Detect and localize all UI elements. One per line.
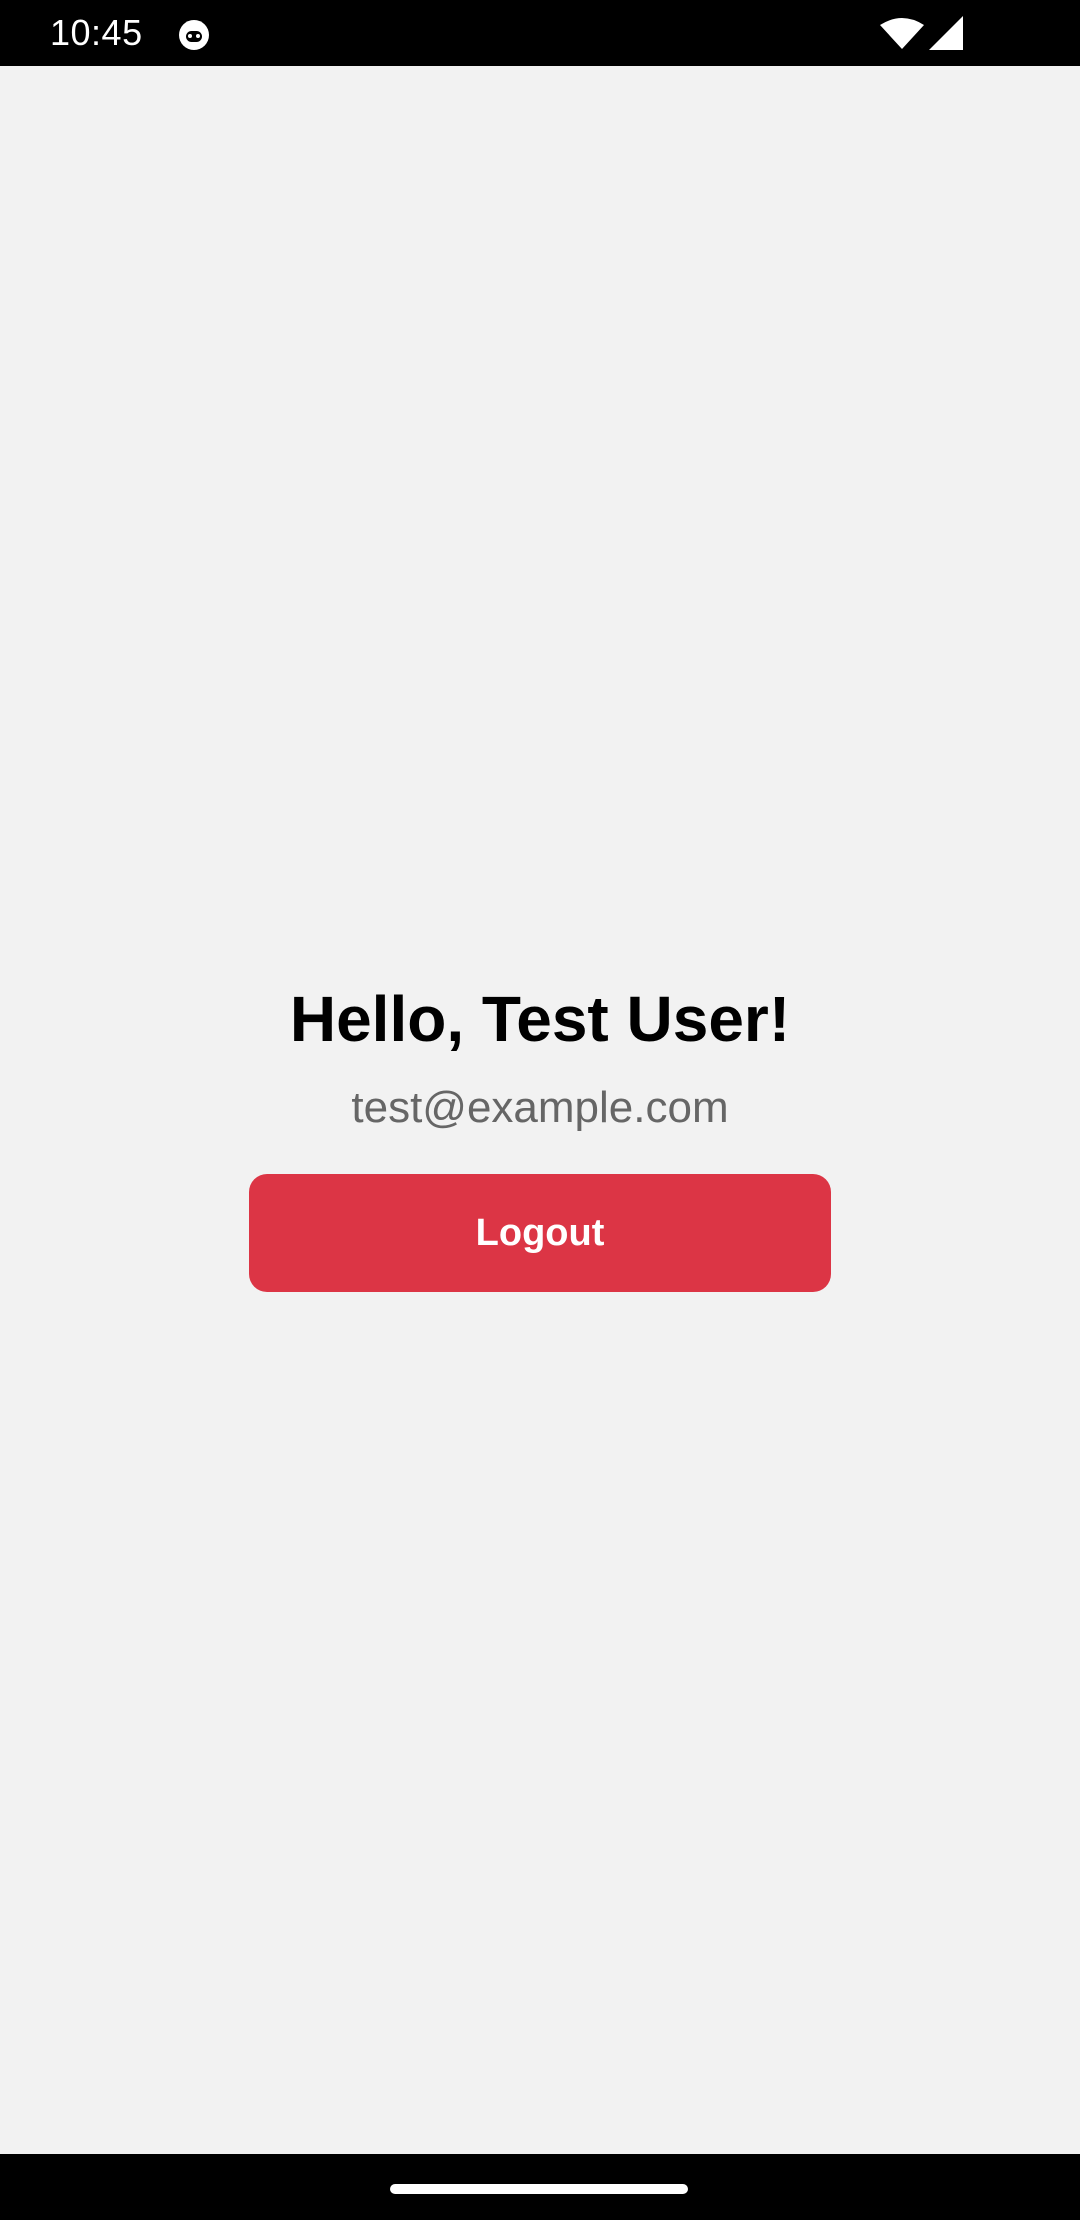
logout-button[interactable]: Logout (249, 1174, 831, 1292)
profile-screen: Hello, Test User! test@example.com Logou… (0, 66, 1080, 2154)
user-email: test@example.com (351, 1083, 729, 1132)
cat-face-icon (179, 20, 209, 50)
home-gesture-handle[interactable] (390, 2184, 688, 2194)
cell-signal-icon (929, 16, 963, 50)
status-bar: 10:45 (0, 0, 1080, 66)
status-time: 10:45 (50, 12, 143, 53)
logout-button-label: Logout (475, 1211, 605, 1254)
greeting-title: Hello, Test User! (289, 982, 791, 1055)
wifi-icon (880, 18, 924, 49)
system-navigation-bar (0, 2154, 1080, 2220)
